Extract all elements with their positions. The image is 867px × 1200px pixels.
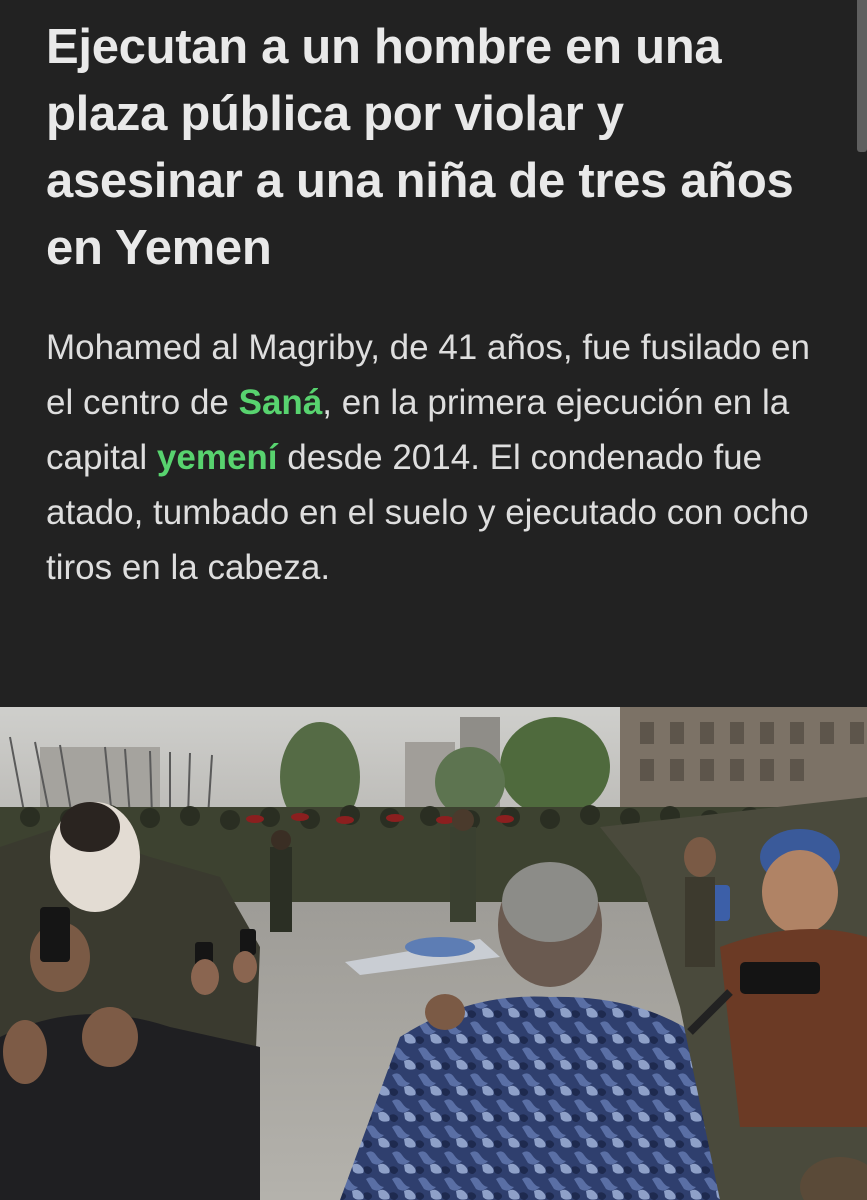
article-photo	[0, 707, 867, 1200]
scrollbar-thumb[interactable]	[857, 0, 867, 152]
link-yemeni[interactable]: yemení	[157, 438, 278, 477]
link-sana[interactable]: Saná	[239, 383, 323, 422]
article-view: Ejecutan a un hombre en una plaza públic…	[0, 0, 867, 1200]
photo-illustration	[0, 707, 867, 1200]
article-summary: Mohamed al Magriby, de 41 años, fue fusi…	[46, 320, 836, 595]
article-headline: Ejecutan a un hombre en una plaza públic…	[46, 20, 794, 275]
